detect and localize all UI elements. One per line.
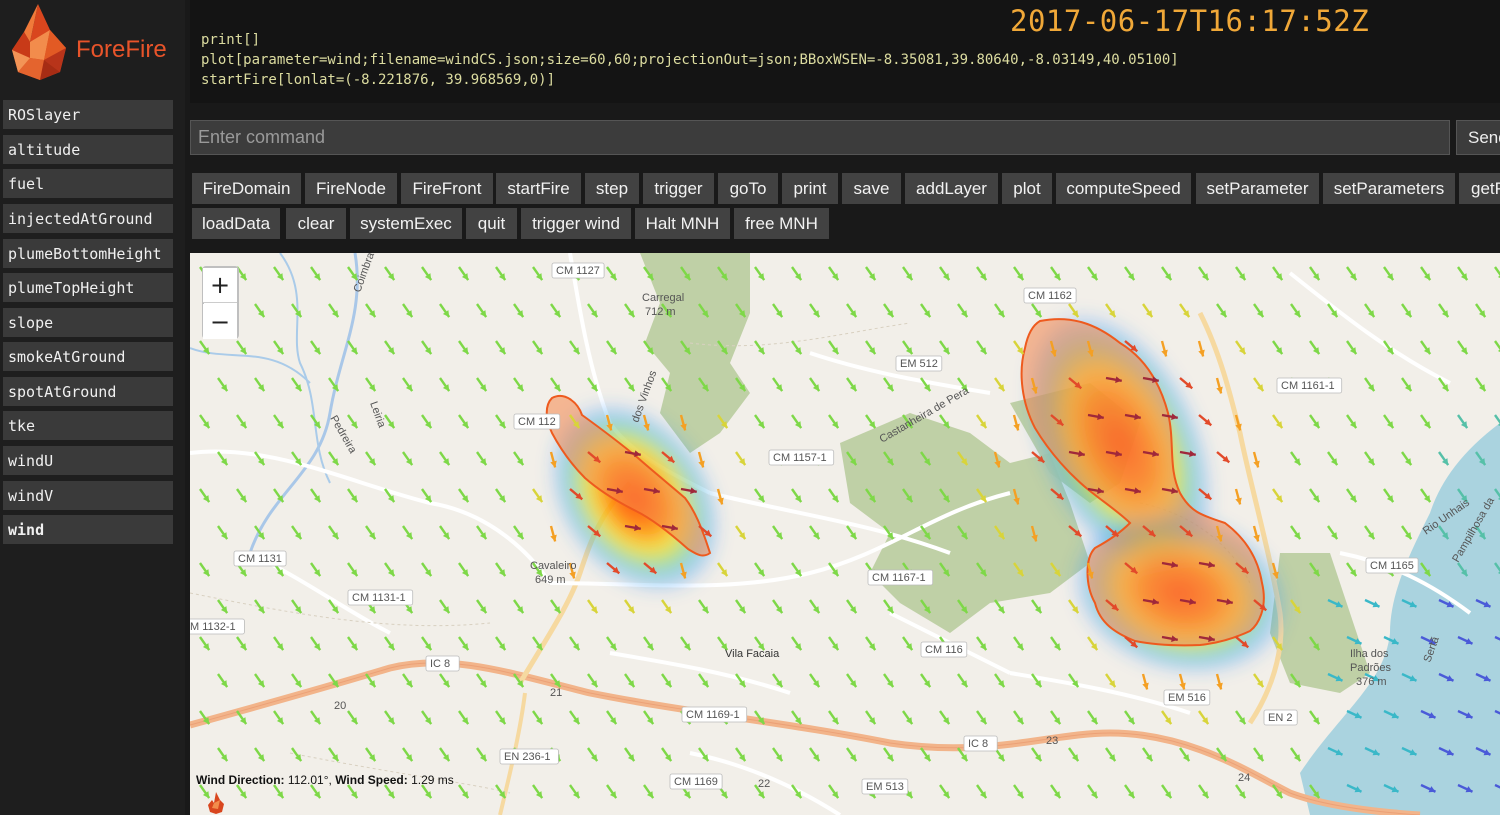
cmd-button-systemexec[interactable]: systemExec: [350, 208, 462, 239]
map-label-padroes: Padrões: [1350, 662, 1391, 674]
wind-direction-value: 112.01°,: [287, 773, 332, 787]
cmd-button-setparameters[interactable]: setParameters: [1323, 173, 1455, 204]
cmd-button-trigger-wind[interactable]: trigger wind: [521, 208, 631, 239]
map-label-em512: EM 512: [900, 358, 938, 370]
map-label-cm1162: CM 1162: [1028, 290, 1072, 302]
cmd-button-loaddata[interactable]: loadData: [192, 208, 280, 239]
logo-text: ForeFire: [76, 36, 167, 63]
layer-item-wind[interactable]: wind: [3, 515, 173, 544]
map-label-cm1169: CM 1169: [674, 776, 718, 788]
layer-item-spotatground[interactable]: spotAtGround: [3, 377, 173, 406]
map-canvas[interactable]: CM 1127Carregal712 mCM 1162EM 512CM 1161…: [190, 253, 1500, 815]
map-label-cm112: CM 112: [518, 416, 556, 428]
map-label-leiria: Leiria: [367, 400, 388, 430]
map-label-ilha: Ilha dos: [1350, 648, 1389, 660]
zoom-in-button[interactable]: +: [203, 268, 237, 303]
map-label-cm1165: CM 1165: [1370, 560, 1414, 572]
wind-arrow-field: [199, 266, 1500, 799]
map-label-r23: 23: [1046, 735, 1058, 747]
cmd-button-step[interactable]: step: [585, 173, 639, 204]
cmd-button-print[interactable]: print: [782, 173, 838, 204]
cmd-button-free-mnh[interactable]: free MNH: [734, 208, 829, 239]
map-label-r24: 24: [1238, 772, 1250, 784]
simulation-timestamp: 2017-06-17T16:17:52Z: [1010, 4, 1370, 38]
cmd-button-plot[interactable]: plot: [1002, 173, 1052, 204]
wind-direction-label: Wind Direction:: [196, 773, 285, 787]
app-logo: ForeFire: [8, 2, 186, 88]
cmd-button-clear[interactable]: clear: [286, 208, 346, 239]
cmd-button-addlayer[interactable]: addLayer: [905, 173, 998, 204]
layer-item-fuel[interactable]: fuel: [3, 169, 173, 198]
map-label-cm1161-1: CM 1161-1: [1281, 380, 1335, 392]
wind-arrow: [1494, 266, 1500, 277]
wind-info-readout: Wind Direction: 112.01°, Wind Speed: 1.2…: [196, 773, 454, 787]
cmd-button-halt-mnh[interactable]: Halt MNH: [635, 208, 730, 239]
map-label-carregal-alt: 712 m: [645, 306, 676, 318]
cmd-button-firedomain[interactable]: FireDomain: [192, 173, 301, 204]
cmd-button-trigger[interactable]: trigger: [643, 173, 714, 204]
layer-item-slope[interactable]: slope: [3, 308, 173, 337]
map-view[interactable]: CM 1127 Carregal 712 m CM 1162 EM 512 CM 1161…: [190, 253, 1500, 815]
map-label-r22: 22: [758, 778, 770, 790]
layer-item-altitude[interactable]: altitude: [3, 135, 173, 164]
map-label-r20: 20: [334, 700, 346, 712]
cmd-button-firenode[interactable]: FireNode: [305, 173, 397, 204]
cmd-button-goto[interactable]: goTo: [718, 173, 778, 204]
map-label-cm1157-1: CM 1157-1: [773, 452, 827, 464]
layer-item-plumebottomheight[interactable]: plumeBottomHeight: [3, 239, 173, 268]
map-label-r21: 21: [550, 687, 562, 699]
map-label-cm1131: CM 1131: [238, 553, 282, 565]
cmd-button-setparameter[interactable]: setParameter: [1196, 173, 1319, 204]
zoom-out-button[interactable]: −: [203, 304, 237, 339]
cmd-button-getparameter[interactable]: getParameter: [1459, 173, 1500, 204]
layer-item-tke[interactable]: tke: [3, 411, 173, 440]
console-line: plot[parameter=wind;filename=windCS.json…: [201, 52, 1179, 68]
map-label-ic8-b: IC 8: [968, 738, 988, 750]
layer-item-windv[interactable]: windV: [3, 481, 173, 510]
map-label-cm1167-1: CM 1167-1: [872, 572, 926, 584]
map-label-cavaleiro-alt: 649 m: [535, 574, 566, 586]
map-label-cm1132-1: M 1132-1: [190, 621, 236, 633]
console-line: startFire[lonlat=(-8.221876, 39.968569,0…: [201, 72, 556, 88]
flame-icon: [208, 792, 224, 814]
map-label-vila-facaia: Vila Facaia: [725, 648, 780, 660]
map-label-en2: EN 2: [1268, 712, 1292, 724]
map-label-cm1169-1: CM 1169-1: [686, 709, 740, 721]
cmd-button-computespeed[interactable]: computeSpeed: [1056, 173, 1191, 204]
cmd-button-save[interactable]: save: [842, 173, 901, 204]
cmd-button-startfire[interactable]: startFire: [496, 173, 581, 204]
layer-item-plumetopheight[interactable]: plumeTopHeight: [3, 273, 173, 302]
send-button[interactable]: Send: [1456, 120, 1500, 155]
map-label-cm1131-1: CM 1131-1: [352, 592, 406, 604]
map-label-cavaleiro: Cavaleiro: [530, 560, 576, 572]
forefire-flame-logo-icon: [12, 4, 66, 80]
console-line: print[]: [201, 32, 261, 48]
sidebar: ForeFire ROSlayer altitude fuel injectedAtG…: [0, 0, 185, 815]
layer-item-smokeatground[interactable]: smokeAtGround: [3, 342, 173, 371]
map-label-carregal: Carregal: [642, 292, 684, 304]
map-label-pedreira: Pedreira: [327, 414, 359, 457]
map-label-en236-1: EN 236-1: [504, 751, 550, 763]
wind-speed-label: Wind Speed:: [335, 773, 408, 787]
layer-item-roslayer[interactable]: ROSlayer: [3, 100, 173, 129]
console-output: print[] plot[parameter=wind;filename=win…: [190, 0, 1500, 103]
map-label-cm1127: CM 1127: [556, 265, 600, 277]
map-label-cm116: CM 116: [925, 644, 963, 656]
map-label-em513: EM 513: [866, 781, 904, 793]
cmd-button-firefront[interactable]: FireFront: [401, 173, 493, 204]
map-label-padroes-alt: 376 m: [1356, 676, 1387, 688]
layer-item-injectedatground[interactable]: injectedAtGround: [3, 204, 173, 233]
command-input[interactable]: [190, 120, 1450, 155]
wind-arrow: [1494, 340, 1500, 351]
map-label-ic8-a: IC 8: [430, 658, 450, 670]
map-label-em516: EM 516: [1168, 692, 1206, 704]
layer-item-windu[interactable]: windU: [3, 446, 173, 475]
cmd-button-quit[interactable]: quit: [466, 208, 517, 239]
wind-speed-value: 1.29 ms: [411, 773, 454, 787]
